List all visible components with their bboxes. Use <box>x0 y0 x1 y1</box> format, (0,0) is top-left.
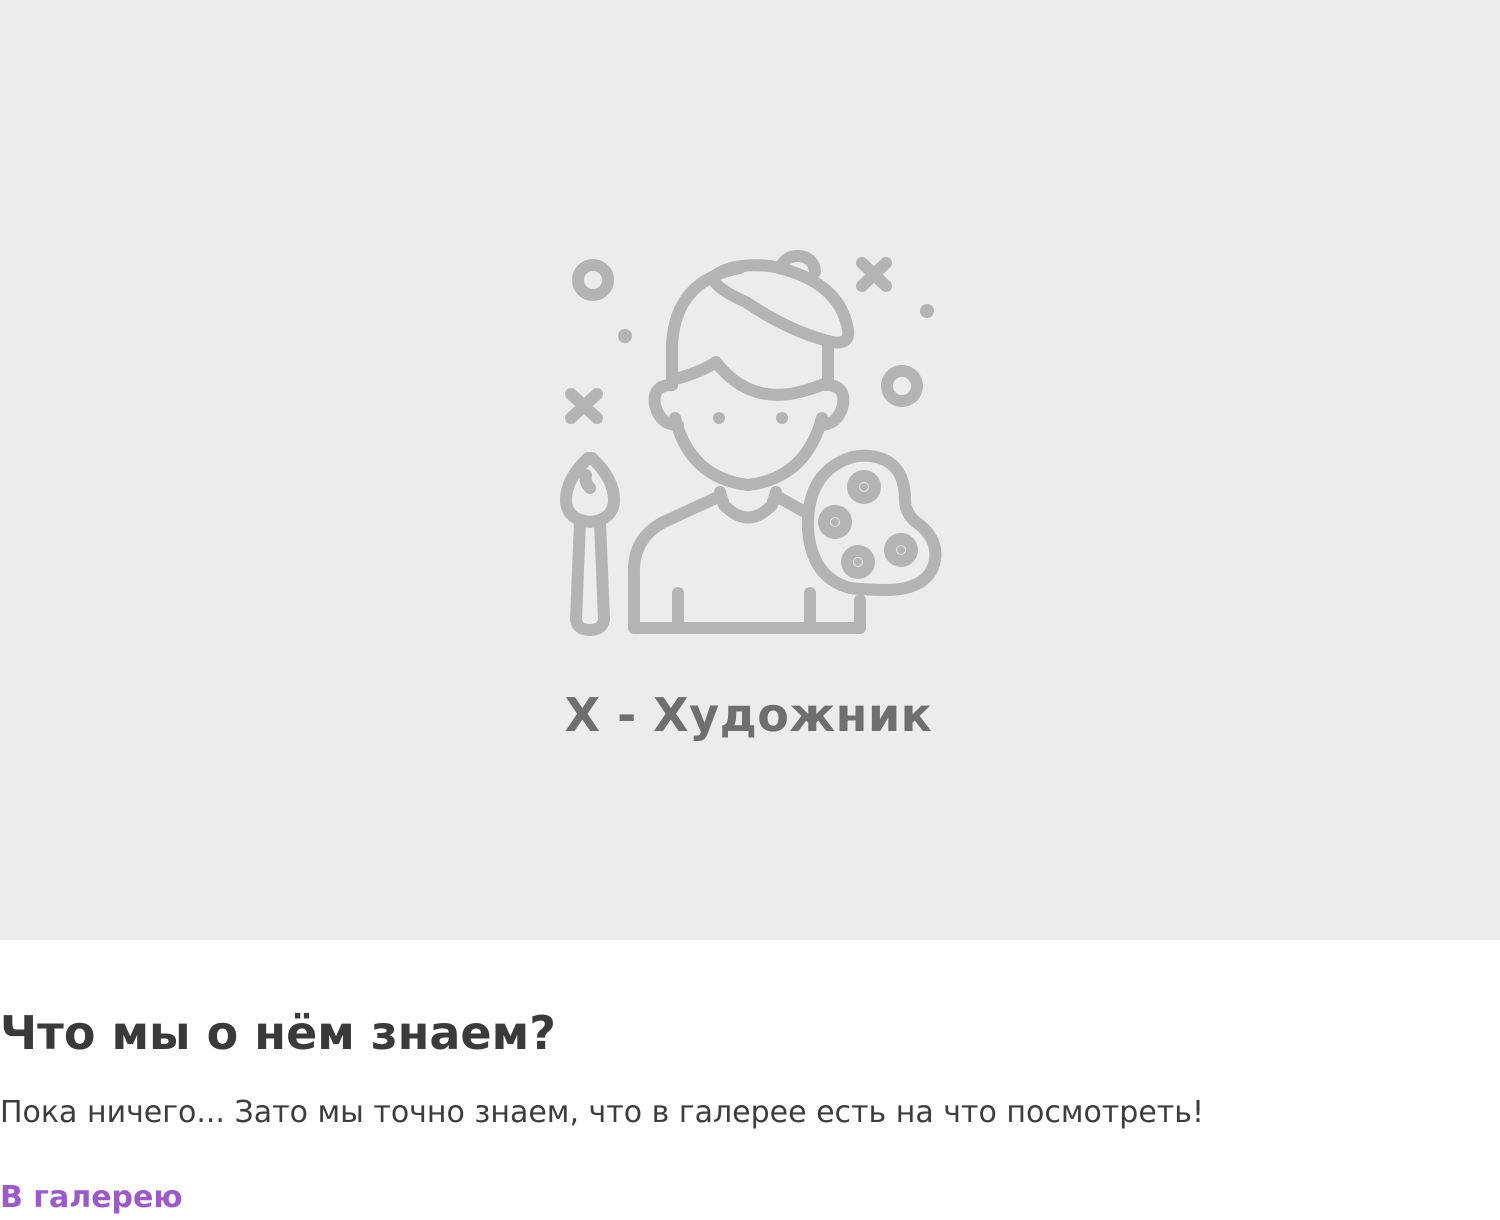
decor-cross-icon <box>856 257 892 292</box>
about-section: Что мы о нём знаем? Пока ничего... Зато … <box>0 940 1500 1220</box>
hero-caption: Х - Художник <box>564 688 933 742</box>
decor-cross-icon <box>565 388 603 424</box>
gallery-link[interactable]: В галерею <box>0 1180 183 1215</box>
section-description: Пока ничего... Зато мы точно знаем, что … <box>0 1095 1204 1130</box>
decor-circle-icon <box>572 259 614 301</box>
decor-circle-icon <box>881 365 923 407</box>
hero-banner: Х - Художник <box>0 0 1500 940</box>
section-heading: Что мы о нём знаем? <box>0 1006 556 1060</box>
artist-with-palette-icon <box>559 249 942 636</box>
